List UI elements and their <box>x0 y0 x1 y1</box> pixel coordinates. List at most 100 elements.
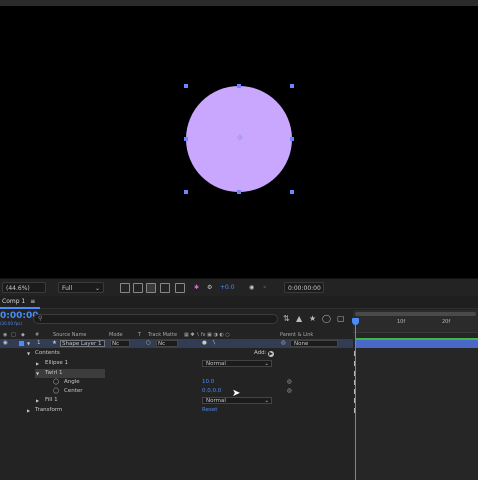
center-value[interactable]: 0.0,0.0 <box>202 387 221 396</box>
graph-editor-icon[interactable]: ▢ <box>337 314 345 323</box>
collapse-arrow-icon[interactable]: ▼ <box>27 349 30 358</box>
contents-label: Contents <box>35 350 60 356</box>
expression-icon[interactable]: ◎ <box>287 378 292 387</box>
column-t: T <box>138 332 142 338</box>
ruler-tick-10: 10f <box>397 319 406 325</box>
expand-arrow-icon[interactable]: ▶ <box>36 359 39 368</box>
timeline-track-area[interactable] <box>353 310 478 480</box>
search-icon: ⚲ <box>38 315 43 322</box>
bbox-handle-top[interactable] <box>237 84 241 88</box>
tab-active-indicator <box>0 307 40 309</box>
ellipse-row[interactable]: ▶ Ellipse 1 Normal ⌄ <box>0 359 353 368</box>
parent-select[interactable]: None <box>290 340 338 347</box>
contents-row[interactable]: ▼ Contents Add: ▶ <box>0 349 353 358</box>
composition-mini-flowchart-icon[interactable]: ⇅ <box>283 314 290 323</box>
layer-label-color[interactable] <box>19 341 24 346</box>
stopwatch-icon[interactable]: ◯ <box>53 378 59 387</box>
time-ruler[interactable]: 0f 10f 20f <box>353 310 478 333</box>
column-hash: # <box>35 332 40 338</box>
ellipse-label: Ellipse 1 <box>45 360 69 366</box>
bbox-handle-br[interactable] <box>290 190 294 194</box>
switch-collapse-icon[interactable]: ∖ <box>212 339 216 348</box>
work-area-bar[interactable] <box>355 312 476 316</box>
snapshot-icon[interactable]: ◉ <box>249 282 254 293</box>
collapse-arrow-icon[interactable]: ▼ <box>27 339 30 348</box>
pick-whip-icon[interactable]: ◎ <box>281 339 286 348</box>
transform-row[interactable]: ▶ Transform Reset <box>0 406 353 415</box>
angle-value[interactable]: 10.0 <box>202 378 214 387</box>
fill-label: Fill 1 <box>45 397 58 403</box>
shape-layer-star-icon: ★ <box>52 340 57 346</box>
expression-icon[interactable]: ◎ <box>287 387 292 396</box>
column-source-name[interactable]: Source Name <box>53 332 87 338</box>
layer-duration-bar[interactable] <box>356 340 478 348</box>
angle-label: Angle <box>64 379 80 385</box>
mask-visibility-icon[interactable] <box>146 283 156 293</box>
angle-row[interactable]: ◯ Angle 10.0 ◎ <box>0 378 353 387</box>
fill-row[interactable]: ▶ Fill 1 Normal ⌄ <box>0 396 353 405</box>
bbox-handle-bl[interactable] <box>184 190 188 194</box>
shy-layers-icon[interactable]: ★ <box>309 314 316 323</box>
twirl-row[interactable]: ▼ Twirl 1 <box>0 369 353 378</box>
stopwatch-icon[interactable]: ◯ <box>53 387 59 396</box>
layer-name-field[interactable]: Shape Layer 1 <box>60 340 105 347</box>
fill-blend-value: Normal <box>206 398 226 404</box>
ellipse-blend-value: Normal <box>206 361 226 367</box>
layer-search-input[interactable]: ⚲ <box>33 314 278 324</box>
chevron-down-icon: ⌄ <box>264 398 269 404</box>
switches-icons: ▦ ✱ ∖ fx ▣ ◑ ◐ ○ <box>184 332 230 338</box>
menu-icon[interactable]: ≡ <box>30 298 35 305</box>
layer-mode-select[interactable]: Nc <box>110 340 130 347</box>
exposure-value[interactable]: +0.0 <box>220 282 235 293</box>
eye-icon[interactable]: ◉ <box>3 332 7 338</box>
bbox-handle-tr[interactable] <box>290 84 294 88</box>
add-icon[interactable]: ▶ <box>268 351 274 357</box>
column-parent: Parent & Link <box>280 332 314 338</box>
current-time-value: 0:00:00:00 <box>288 285 321 292</box>
3d-view-icon[interactable] <box>175 283 185 293</box>
ellipse-blend-select[interactable]: Normal ⌄ <box>202 360 272 367</box>
bbox-handle-tl[interactable] <box>184 84 188 88</box>
transform-reset-link[interactable]: Reset <box>202 406 217 415</box>
column-track-matte: Track Matte <box>148 332 178 338</box>
grid-overlay-icon[interactable] <box>160 283 170 293</box>
label-icon[interactable]: ◆ <box>21 332 25 338</box>
twirl-label: Twirl 1 <box>45 370 63 376</box>
chevron-down-icon: ⌄ <box>264 361 269 367</box>
center-row[interactable]: ◯ Center 0.0,0.0 ◎ <box>0 387 353 396</box>
expand-arrow-icon[interactable]: ▶ <box>27 406 30 415</box>
add-label[interactable]: Add: <box>254 349 267 358</box>
bbox-handle-right[interactable] <box>290 137 294 141</box>
visibility-icon[interactable]: ◉ <box>3 339 8 348</box>
switch-shy-icon[interactable]: ● <box>202 339 207 348</box>
color-channel-icon[interactable]: ✱ <box>194 282 199 293</box>
motion-blur-icon[interactable]: ◯ <box>322 314 331 323</box>
transform-label: Transform <box>35 407 63 413</box>
transparency-grid-icon[interactable] <box>133 283 143 293</box>
region-of-interest-icon[interactable] <box>120 283 130 293</box>
show-snapshot-icon[interactable]: ◦ <box>263 282 267 293</box>
comp-tab-title: Comp 1 <box>2 298 26 305</box>
lock-icon[interactable]: □ <box>11 332 16 338</box>
bbox-handle-bottom[interactable] <box>237 190 241 194</box>
draft-3d-icon[interactable]: ▲ <box>296 314 302 323</box>
expand-arrow-icon[interactable]: ▶ <box>36 396 39 405</box>
column-mode: Mode <box>109 332 123 338</box>
color-management-icon[interactable]: ⚙ <box>207 282 212 293</box>
track-matte-select[interactable]: Nc <box>156 340 178 347</box>
mouse-cursor-icon: ➤ <box>232 388 241 399</box>
comp-tab[interactable]: Comp 1 ≡ <box>2 298 35 305</box>
bbox-handle-left[interactable] <box>184 137 188 141</box>
anchor-point-icon[interactable]: ✧ <box>235 134 245 144</box>
playhead-line[interactable] <box>355 318 356 480</box>
track-matte-link-icon[interactable]: ○ <box>146 339 151 348</box>
playhead-handle[interactable] <box>352 318 359 325</box>
resolution-select[interactable]: Full ⌄ <box>58 282 104 293</box>
chevron-down-icon: ⌄ <box>94 285 100 292</box>
magnification-value: (44.6%) <box>6 285 30 292</box>
current-time-field[interactable]: 0:00:00:00 <box>284 282 324 293</box>
magnification-select[interactable]: (44.6%) <box>2 282 46 293</box>
collapse-arrow-icon[interactable]: ▼ <box>36 369 39 378</box>
center-label: Center <box>64 388 83 394</box>
layer-row[interactable]: ◉ ▼ 1 ★ Shape Layer 1 Nc ○ Nc ● ∖ ◎ None <box>0 339 353 348</box>
